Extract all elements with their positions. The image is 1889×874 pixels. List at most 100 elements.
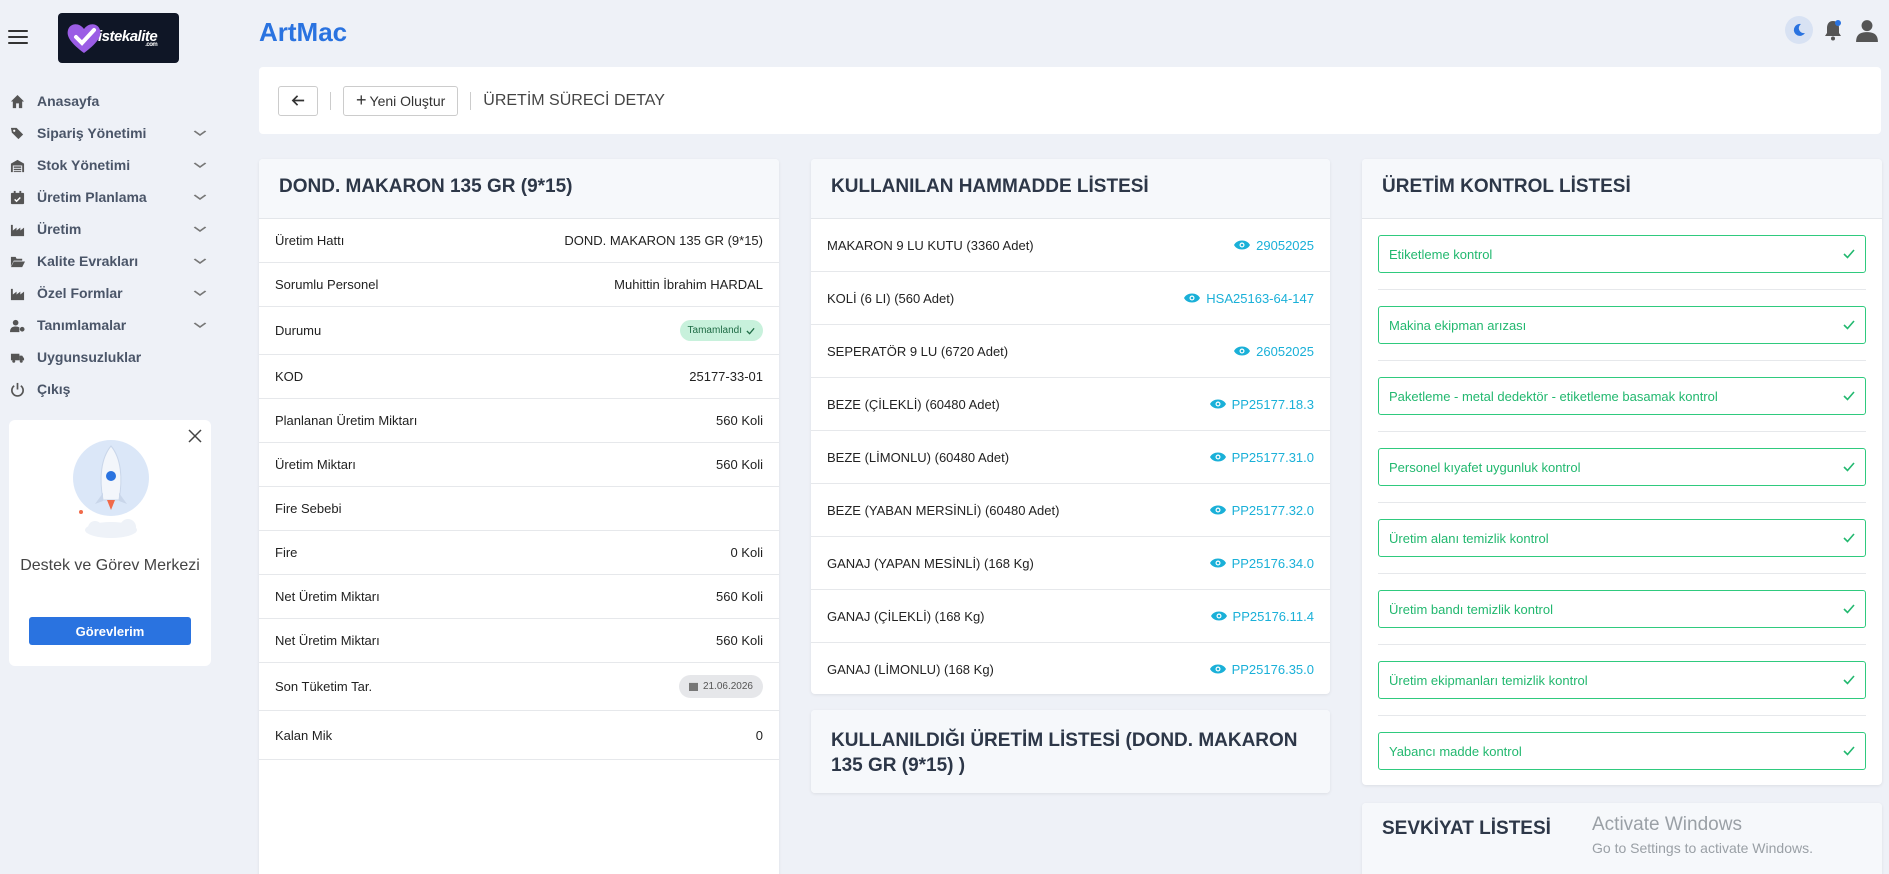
material-name: BEZE (LİMONLU) (60480 Adet) [827,449,1010,465]
control-checkbox[interactable]: Üretim ekipmanları temizlik kontrol [1378,661,1866,699]
logo-text: istekalite .com [98,28,158,48]
sidebar-item-5[interactable]: Kalite Evrakları [0,245,215,277]
material-row: SEPERATÖR 9 LU (6720 Adet) 26052025 [811,325,1330,378]
material-name: BEZE (ÇİLEKLİ) (60480 Adet) [827,396,1000,412]
eye-icon [1209,399,1226,409]
check-icon [1843,462,1855,472]
lot-link[interactable]: 29052025 [1234,238,1314,253]
user-icon[interactable] [1853,16,1881,44]
eye-icon [1184,293,1201,303]
sidebar-item-6[interactable]: Özel Formlar [0,277,215,309]
material-name: KOLİ (6 LI) (560 Adet) [827,290,955,306]
sidebar-item-0[interactable]: Anasayfa [0,85,215,117]
chevron-down-icon [193,288,207,298]
check-icon [1843,249,1855,259]
sidebar-item-7[interactable]: Tanımlamalar [0,309,215,341]
detail-value: 0 Koli [730,545,763,560]
lot-link[interactable]: HSA25163-64-147 [1184,291,1314,306]
sidebar-item-2[interactable]: Stok Yönetimi [0,149,215,181]
lot-link[interactable]: PP25176.34.0 [1209,556,1314,571]
check-icon [1843,604,1855,614]
panel-title: DOND. MAKARON 135 GR (9*15) [259,159,779,219]
detail-label: Sorumlu Personel [275,277,379,292]
lot-link[interactable]: PP25177.32.0 [1209,503,1314,518]
action-bar: + Yeni Oluştur ÜRETİM SÜRECİ DETAY [259,67,1881,134]
lot-link[interactable]: PP25176.35.0 [1209,662,1314,677]
create-new-button[interactable]: + Yeni Oluştur [343,85,459,116]
material-row: MAKARON 9 LU KUTU (3360 Adet) 29052025 [811,219,1330,272]
control-checkbox[interactable]: Makina ekipman arızası [1378,306,1866,344]
detail-value: 560 Koli [716,589,763,604]
check-icon [1843,746,1855,756]
sidebar-item-label: Kalite Evrakları [37,253,139,269]
breadcrumb: ÜRETİM SÜRECİ DETAY [483,91,665,109]
heart-logo-icon [64,20,104,56]
sidebar-item-9[interactable]: Çıkış [0,373,215,405]
lot-link[interactable]: PP25177.18.3 [1209,397,1314,412]
sidebar-item-label: Özel Formlar [37,285,123,301]
detail-value: 560 Koli [716,413,763,428]
detail-row: Durumu Tamamlandı [259,307,779,355]
sidebar-item-1[interactable]: Sipariş Yönetimi [0,117,215,149]
detail-label: Üretim Hattı [275,233,345,248]
detail-row: Sorumlu Personel Muhittin İbrahim HARDAL [259,263,779,307]
detail-value: 0 [755,727,763,743]
lot-link[interactable]: 26052025 [1234,344,1314,359]
sidebar-item-label: Tanımlamalar [37,317,127,333]
sidebar-item-4[interactable]: Üretim [0,213,215,245]
dark-mode-toggle-icon[interactable] [1785,16,1813,44]
material-row: BEZE (YABAN MERSİNLİ) (60480 Adet) PP2517… [811,484,1330,537]
control-checkbox[interactable]: Personel kıyafet uygunluk kontrol [1378,448,1866,486]
material-row: KOLİ (6 LI) (560 Adet) HSA25163-64-147 [811,272,1330,325]
warehouse-icon [9,157,25,173]
my-tasks-button[interactable]: Görevlerim [29,617,191,645]
detail-label: KOD [275,369,304,384]
detail-row: Son Tüketim Tar. 21.06.2026 [259,663,779,711]
close-icon[interactable] [187,428,203,444]
status-badge: Tamamlandı [679,320,763,341]
material-name: SEPERATÖR 9 LU (6720 Adet) [827,343,1009,359]
plus-icon: + [356,90,367,110]
control-checkbox[interactable]: Üretim bandı temizlik kontrol [1378,590,1866,628]
control-label: Yabancı madde kontrol [1389,743,1522,759]
support-title: Destek ve Görev Merkezi [20,557,200,574]
check-icon [1843,675,1855,685]
control-label: Etiketleme kontrol [1389,246,1493,262]
lot-link[interactable]: PP25177.31.0 [1209,450,1314,465]
detail-label: Fire [275,545,298,560]
detail-label: Son Tüketim Tar. [275,679,373,694]
detail-label: Planlanan Üretim Miktarı [275,413,418,428]
industry-icon [9,285,25,301]
sidebar-item-3[interactable]: Üretim Planlama [0,181,215,213]
chevron-down-icon [193,224,207,234]
control-checkbox[interactable]: Yabancı madde kontrol [1378,732,1866,770]
rocket-illustration-icon [73,438,155,540]
control-checkbox[interactable]: Üretim alanı temizlik kontrol [1378,519,1866,557]
detail-row: Net Üretim Miktarı 560 Koli [259,619,779,663]
bell-icon[interactable] [1819,16,1847,44]
control-item: Yabancı madde kontrol [1378,716,1866,785]
control-checkbox[interactable]: Paketleme - metal dedektör - etiketleme … [1378,377,1866,415]
control-checkbox[interactable]: Etiketleme kontrol [1378,235,1866,273]
logo[interactable]: istekalite .com [58,13,179,63]
eye-icon [1209,452,1226,462]
detail-value: Muhittin İbrahim HARDAL [614,277,763,292]
control-item: Paketleme - metal dedektör - etiketleme … [1378,361,1866,432]
app-title: ArtMac [259,17,348,47]
calendar-check-icon [9,189,25,205]
panel-title: KULLANILAN HAMMADDE LİSTESİ [811,159,1330,219]
sidebar-item-8[interactable]: Uygunsuzluklar [0,341,215,373]
date-badge: 21.06.2026 [678,675,763,698]
detail-label: Kalan Mik [275,727,333,743]
control-item: Personel kıyafet uygunluk kontrol [1378,432,1866,503]
arrow-left-icon [291,95,304,106]
back-button[interactable] [278,85,318,116]
detail-value: 560 Koli [716,457,763,472]
sidebar-nav: Anasayfa Sipariş Yönetimi Stok Yönetimi Üre… [0,85,215,405]
eye-icon [1210,611,1227,621]
material-row: GANAJ (ÇİLEKLİ) (168 Kg) PP25176.11.4 [811,590,1330,643]
control-label: Paketleme - metal dedektör - etiketleme … [1389,388,1718,404]
hamburger-menu-icon[interactable] [8,30,28,44]
home-icon [9,93,25,109]
lot-link[interactable]: PP25176.11.4 [1210,609,1314,624]
